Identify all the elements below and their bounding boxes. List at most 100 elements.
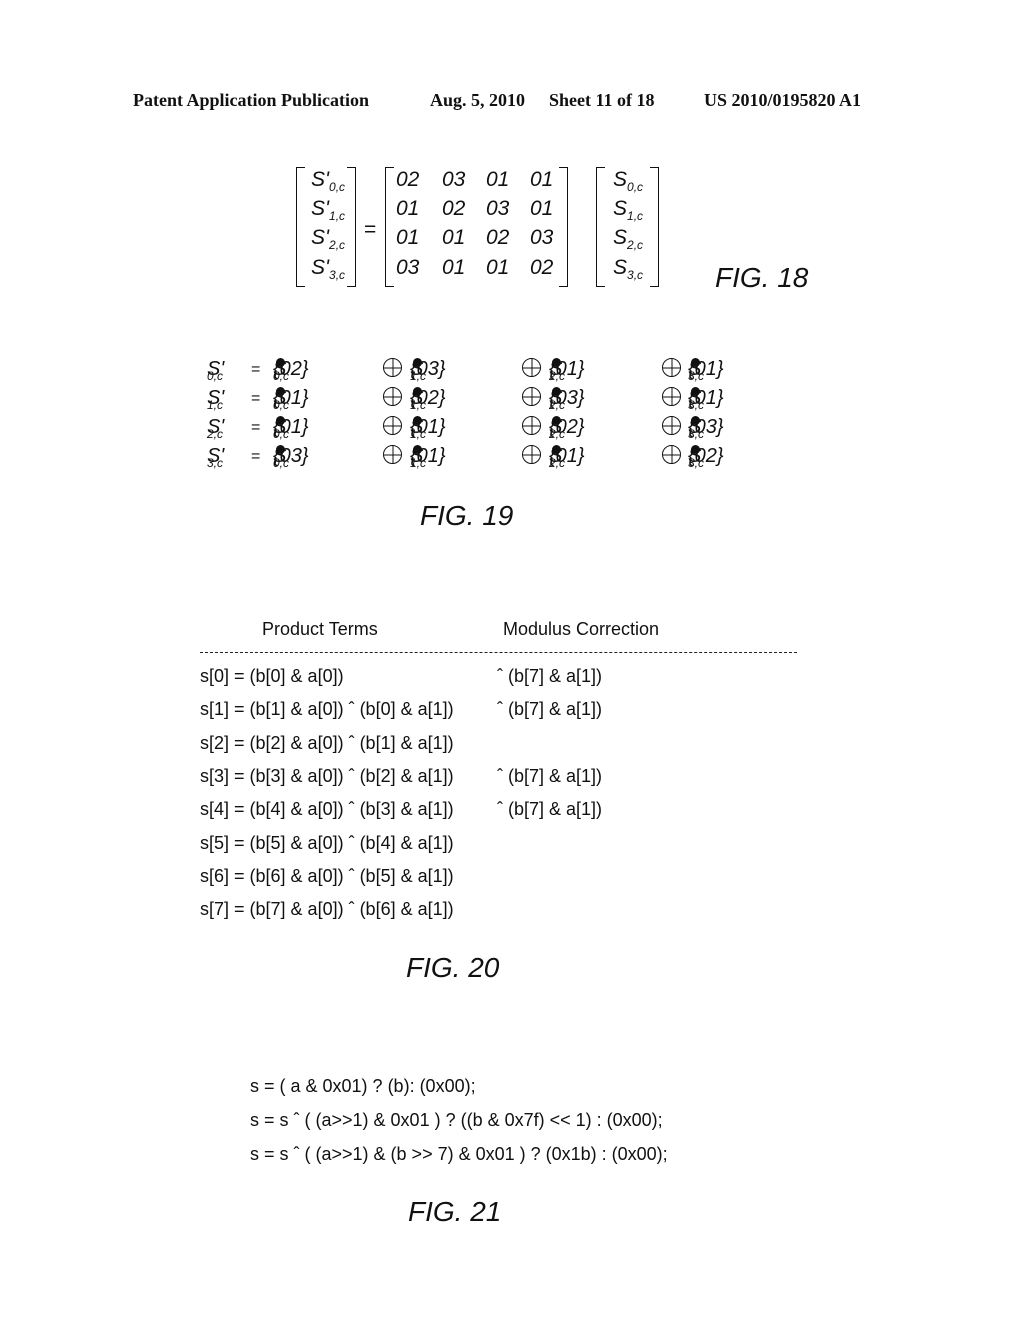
- xor-circle-plus-icon: [662, 445, 681, 464]
- product-term-cell: s[3] = (b[3] & a[0]) ˆ (b[2] & a[1]): [200, 765, 454, 786]
- rhs-entry: S0,c: [613, 168, 643, 194]
- matrix-cell: 02: [442, 197, 466, 220]
- lhs-symbol-sub: 2,c: [329, 238, 346, 253]
- product-term: {01} S 2,c: [549, 445, 585, 470]
- xor-circle-plus-icon: [383, 387, 402, 406]
- matrix-cell: 01: [486, 168, 510, 191]
- state-symbol-base: S: [273, 358, 287, 380]
- product-term: {01} S 1,c: [410, 416, 446, 441]
- lhs-symbol-base: S': [311, 197, 330, 220]
- product-term-cell: s[2] = (b[2] & a[0]) ˆ (b[1] & a[1]): [200, 732, 454, 753]
- rhs-left-bracket: [596, 167, 605, 287]
- code-line: s = ( a & 0x01) ? (b): (0x00);: [250, 1076, 476, 1096]
- equals-sign: =: [251, 390, 261, 407]
- fig19-label: FIG. 19: [420, 500, 514, 531]
- matrix-right-bracket: [559, 167, 568, 287]
- product-term: {02} S 0,c: [273, 358, 309, 383]
- lhs-symbol-base: S': [207, 416, 225, 438]
- matrix-cell: 01: [442, 256, 466, 279]
- lhs-entry: S'2,c: [311, 226, 345, 252]
- rhs-symbol-sub: 3,c: [627, 268, 644, 283]
- lhs-symbol-base: S': [207, 445, 225, 467]
- lhs-symbol-sub: 1,c: [329, 209, 346, 224]
- matrix-cell: 01: [486, 256, 510, 279]
- product-term: {02} S 3,c: [688, 445, 724, 470]
- state-symbol-base: S: [549, 416, 563, 438]
- state-symbol-base: S: [549, 445, 563, 467]
- matrix-cell: 01: [530, 168, 554, 191]
- xor-circle-plus-icon: [522, 416, 541, 435]
- rhs-entry: S3,c: [613, 256, 643, 282]
- equals-sign: =: [364, 218, 377, 241]
- rhs-symbol-sub: 0,c: [627, 180, 644, 195]
- matrix-cell: 03: [486, 197, 510, 220]
- product-term: {02} S 1,c: [410, 387, 446, 412]
- table-row: s[0] = (b[0] & a[0]) ˆ (b[7] & a[1]): [200, 666, 602, 687]
- product-term-cell: s[5] = (b[5] & a[0]) ˆ (b[4] & a[1]): [200, 832, 454, 853]
- table-row: s[3] = (b[3] & a[0]) ˆ (b[2] & a[1]) ˆ (b…: [200, 765, 602, 787]
- header-product-terms: Product Terms: [262, 619, 378, 639]
- state-symbol-base: S: [273, 445, 287, 467]
- product-term: {01} S 3,c: [688, 387, 724, 412]
- equals-sign: =: [251, 448, 261, 465]
- table-row: s[6] = (b[6] & a[0]) ˆ (b[5] & a[1]): [200, 866, 454, 887]
- equals-sign: =: [251, 361, 261, 378]
- lhs-left-bracket: [296, 167, 305, 287]
- patent-number: US 2010/0195820 A1: [704, 90, 862, 110]
- xor-circle-plus-icon: [662, 387, 681, 406]
- equals-sign: =: [251, 419, 261, 436]
- lhs-symbol-base: S': [207, 387, 225, 409]
- matrix-cell: 01: [396, 197, 420, 220]
- lhs-symbol-base: S': [311, 226, 330, 249]
- state-symbol-base: S: [688, 358, 702, 380]
- matrix-cell: 01: [442, 226, 466, 249]
- rhs-symbol-base: S: [613, 168, 628, 191]
- lhs-symbol-base: S': [207, 358, 225, 380]
- product-term: {02} S 2,c: [549, 416, 585, 441]
- product-term: {01} S 3,c: [688, 358, 724, 383]
- equation-lhs: S' 2,c: [207, 416, 225, 441]
- product-term: {01} S 1,c: [410, 445, 446, 470]
- product-term: {03} S 2,c: [549, 387, 585, 412]
- code-line: s = s ˆ ( (a>>1) & (b >> 7) & 0x01 ) ? (…: [250, 1144, 668, 1164]
- xor-circle-plus-icon: [522, 445, 541, 464]
- xor-circle-plus-icon: [522, 358, 541, 377]
- matrix-cell: 01: [396, 226, 420, 249]
- rhs-symbol-sub: 2,c: [627, 238, 644, 253]
- state-symbol-base: S: [688, 416, 702, 438]
- product-term-cell: s[4] = (b[4] & a[0]) ˆ (b[3] & a[1]): [200, 799, 454, 820]
- matrix-cell: 03: [530, 226, 554, 249]
- state-symbol-base: S: [410, 358, 424, 380]
- product-term-cell: s[6] = (b[6] & a[0]) ˆ (b[5] & a[1]): [200, 865, 454, 886]
- product-term: {01} S 0,c: [273, 416, 309, 441]
- product-term-cell: s[7] = (b[7] & a[0]) ˆ (b[6] & a[1]): [200, 899, 454, 920]
- lhs-entry: S'1,c: [311, 197, 345, 223]
- state-symbol-base: S: [273, 387, 287, 409]
- modulus-correction-cell: ˆ (b[7] & a[1]): [497, 699, 603, 720]
- matrix-cell: 03: [442, 168, 466, 191]
- modulus-correction-cell: ˆ (b[7] & a[1]): [497, 799, 603, 820]
- rhs-entry: S1,c: [613, 197, 643, 223]
- header-modulus-correction: Modulus Correction: [503, 619, 660, 639]
- xor-circle-plus-icon: [383, 358, 402, 377]
- xor-circle-plus-icon: [383, 416, 402, 435]
- rhs-right-bracket: [650, 167, 659, 287]
- publication-title: Patent Application Publication: [133, 90, 370, 110]
- product-term: {01} S 0,c: [273, 387, 309, 412]
- table-row: s[1] = (b[1] & a[0]) ˆ (b[0] & a[1]) ˆ (b…: [200, 699, 602, 720]
- state-symbol-base: S: [273, 416, 287, 438]
- equation-lhs: S' 3,c: [207, 445, 225, 470]
- table-row: s[7] = (b[7] & a[0]) ˆ (b[6] & a[1]): [200, 899, 454, 920]
- lhs-right-bracket: [347, 167, 356, 287]
- product-term: {03} S 1,c: [410, 358, 446, 383]
- matrix-cell: 02: [396, 168, 420, 191]
- dashed-divider: [200, 652, 797, 653]
- rhs-symbol-base: S: [613, 226, 628, 249]
- table-row: s[2] = (b[2] & a[0]) ˆ (b[1] & a[1]): [200, 733, 454, 754]
- product-term: {03} S 0,c: [273, 445, 309, 470]
- matrix-cell: 02: [486, 226, 510, 249]
- lhs-symbol-sub: 3,c: [329, 268, 346, 283]
- state-symbol-base: S: [410, 416, 424, 438]
- table-row: s[5] = (b[5] & a[0]) ˆ (b[4] & a[1]): [200, 833, 454, 854]
- fig18-label: FIG. 18: [715, 262, 809, 293]
